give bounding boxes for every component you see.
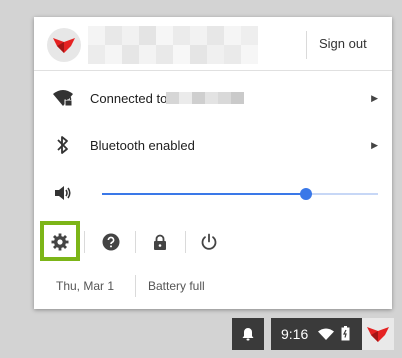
sign-out-button[interactable]: Sign out: [319, 36, 367, 51]
action-divider: [84, 231, 85, 253]
bluetooth-row[interactable]: Bluetooth enabled ▶: [34, 129, 392, 161]
chevron-right-icon: ▶: [371, 139, 378, 150]
volume-slider-fill: [102, 193, 307, 195]
wifi-icon: [318, 328, 334, 340]
date-label[interactable]: Thu, Mar 1: [56, 279, 114, 293]
volume-icon[interactable]: [52, 182, 74, 204]
footer-divider: [135, 275, 136, 297]
battery-icon: [341, 326, 350, 341]
user-avatar: [47, 28, 81, 62]
clock-time: 9:16: [281, 326, 309, 342]
header-separator: [34, 70, 392, 71]
wifi-locked-icon: [52, 87, 74, 109]
network-row[interactable]: Connected to ▶: [34, 82, 392, 114]
settings-button[interactable]: [47, 229, 73, 255]
action-divider: [185, 231, 186, 253]
bell-icon: [242, 328, 254, 341]
lock-icon: [154, 234, 166, 250]
brand-logo-icon: [53, 38, 75, 53]
help-button[interactable]: [98, 229, 124, 255]
power-button[interactable]: [196, 229, 222, 255]
system-tray-menu: Sign out Connected to ▶ Bluetooth enable…: [34, 17, 392, 309]
brand-logo-icon: [367, 327, 389, 342]
header-divider: [306, 31, 307, 59]
gear-icon: [51, 233, 69, 251]
battery-status: Battery full: [148, 279, 205, 293]
bluetooth-label: Bluetooth enabled: [90, 137, 195, 153]
help-icon: [102, 233, 120, 251]
network-name-redacted: [166, 92, 244, 104]
power-icon: [201, 233, 217, 250]
user-name-redacted: [88, 26, 258, 64]
lock-button[interactable]: [147, 229, 173, 255]
status-tray[interactable]: 9:16: [271, 318, 394, 350]
chevron-right-icon: ▶: [371, 92, 378, 103]
bluetooth-icon: [52, 134, 74, 156]
tray-avatar: [362, 318, 394, 350]
network-label: Connected to: [90, 90, 168, 106]
volume-slider[interactable]: [102, 188, 378, 200]
notifications-button[interactable]: [232, 318, 264, 350]
action-divider: [135, 231, 136, 253]
